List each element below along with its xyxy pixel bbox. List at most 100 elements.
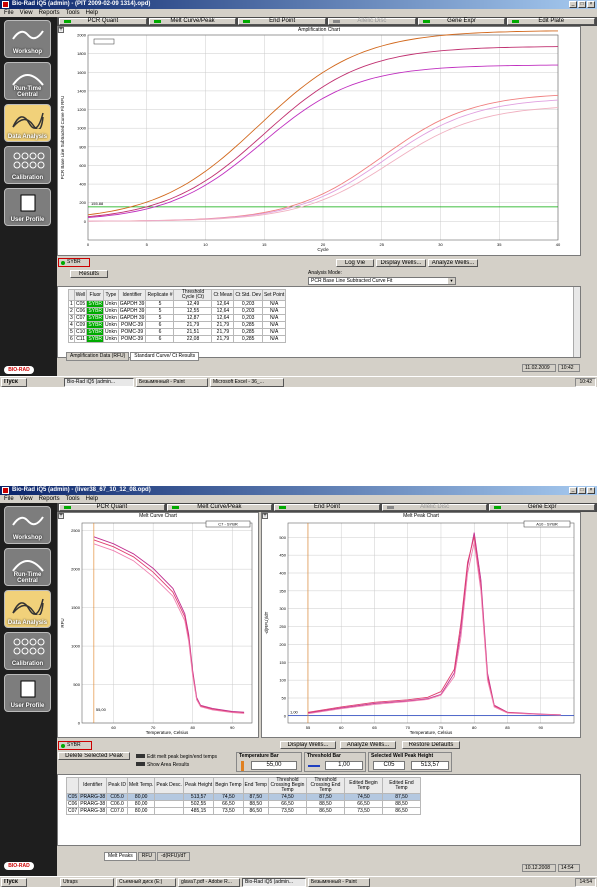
taskbar-item-paint[interactable]: Безымянный - Paint: [136, 378, 208, 387]
chevron-down-icon[interactable]: ▼: [448, 278, 455, 284]
taskbar-item-excel[interactable]: Microsoft Excel - 36_...: [210, 378, 284, 387]
sidebar-item-runtime[interactable]: Run-Time Central: [4, 548, 51, 586]
start-button[interactable]: Пуск: [1, 878, 27, 887]
tab-rfu[interactable]: RFU: [137, 852, 157, 861]
tab-edit-plate[interactable]: Edit Plate: [507, 18, 596, 25]
column-header[interactable]: Edited Begin Temp: [343, 777, 383, 794]
column-header[interactable]: Type: [103, 289, 119, 301]
taskbar-item-folder[interactable]: Utraps: [60, 878, 114, 887]
log-view-button[interactable]: Log Vie: [336, 259, 374, 267]
checkbox-icon[interactable]: [136, 762, 145, 766]
taskbar-item-adobe[interactable]: glava7.pdf - Adobe R...: [178, 878, 240, 887]
sidebar-item-data-analysis[interactable]: Data Analysis: [4, 590, 51, 628]
tab-pcr-quant[interactable]: PCR Quant: [59, 18, 147, 25]
delete-selected-peak-button[interactable]: Delete Selected Peak: [58, 752, 130, 760]
table-row[interactable]: C06 PRARG-38 C06.0 80,00 502,55 66,50 88,50 66,…: [65, 800, 421, 808]
column-header[interactable]: Edited End Temp: [381, 777, 421, 794]
minimize-icon[interactable]: _: [569, 487, 577, 494]
column-header[interactable]: Melt Temp.: [126, 777, 156, 794]
table-row[interactable]: 3 C07 SYBR Unkn GAPDH 39 5 12,87 12,64 0,203 N/A: [68, 314, 287, 322]
table-row[interactable]: 6 C11 SYBR Unkn POMC-39 6 22,08 21,79 0,285 N/A: [68, 335, 287, 343]
tab-end-point[interactable]: End Point: [274, 504, 380, 511]
display-wells-button[interactable]: Display Wells...: [376, 259, 426, 267]
menu-file[interactable]: File: [4, 9, 14, 17]
plus-icon[interactable]: +: [262, 513, 268, 519]
show-area-checkbox[interactable]: Show Area Results: [136, 762, 189, 768]
checkbox-icon[interactable]: [136, 754, 145, 758]
menu-file[interactable]: File: [4, 495, 14, 503]
tab-gene-expr[interactable]: Gene Expr: [489, 504, 595, 511]
tab-melt-curve[interactable]: Melt Curve/Peak: [166, 504, 273, 511]
threshold-bar-value[interactable]: 1,00: [325, 761, 363, 770]
tab-melt-curve[interactable]: Melt Curve/Peak: [148, 18, 237, 25]
temperature-bar-value[interactable]: 55,00: [251, 761, 297, 770]
column-header[interactable]: Peak Desc.: [154, 777, 184, 794]
column-header[interactable]: Ct Mean: [211, 289, 235, 301]
tab-melt-peaks[interactable]: Melt Peaks: [104, 852, 137, 861]
menu-view[interactable]: View: [20, 9, 33, 17]
close-icon[interactable]: ×: [587, 1, 595, 8]
column-header[interactable]: Threshold Crossing End Temp: [305, 777, 345, 794]
taskbar-item-paint[interactable]: Безымянный - Paint: [308, 878, 370, 887]
taskbar-item-bio-rad[interactable]: Bio-Rad iQ5 (admin...: [64, 378, 134, 387]
column-header[interactable]: Well: [73, 289, 88, 301]
menu-help[interactable]: Help: [86, 495, 98, 503]
table-row[interactable]: 4 C09 SYBR Unkn POMC-39 6 21,79 21,79 0,285 N/A: [68, 321, 287, 329]
table-row[interactable]: 1 C05 SYBR Unkn GAPDH 39 5 12,49 12,64 0,203 N/A: [68, 300, 287, 308]
column-header[interactable]: Identifier: [117, 289, 147, 301]
column-header[interactable]: [65, 777, 80, 794]
menu-help[interactable]: Help: [86, 9, 98, 17]
tab-derivative[interactable]: -d(RFU)/dT: [157, 852, 191, 861]
menu-tools[interactable]: Tools: [66, 9, 80, 17]
edit-temps-checkbox[interactable]: Edit melt peak begin/end temps: [136, 754, 217, 760]
column-header[interactable]: Replicate #: [145, 289, 175, 301]
column-header[interactable]: Set Point: [261, 289, 287, 301]
scrollbar[interactable]: [573, 287, 580, 357]
tab-gene-expr[interactable]: Gene Expr: [417, 18, 506, 25]
maximize-icon[interactable]: □: [578, 1, 586, 8]
table-row[interactable]: 5 C10 SYBR Unkn POMC-39 6 21,51 21,79 0,285 N/A: [68, 328, 287, 336]
display-wells-button[interactable]: Display Wells...: [280, 741, 336, 749]
tab-pcr-quant[interactable]: PCR Quant: [59, 504, 165, 511]
table-row[interactable]: C05 PRARG-38 C05.0 80,00 513,57 74,50 87,50 74,…: [65, 793, 421, 801]
column-header[interactable]: Threshold Crossing Begin Temp: [267, 777, 307, 794]
sidebar-item-calibration[interactable]: Calibration: [4, 632, 51, 670]
taskbar-item-bio-rad[interactable]: Bio-Rad iQ5 (admin...: [242, 878, 306, 887]
analysis-mode-select[interactable]: PCR Base Line Subtracted Curve Fit ▼: [308, 277, 456, 285]
menu-tools[interactable]: Tools: [66, 495, 80, 503]
table-row[interactable]: C07 PRARG-38 C07.0 80,00 485,15 73,50 86,50 73,…: [65, 807, 421, 815]
sidebar-item-workshop[interactable]: Workshop: [4, 506, 51, 544]
sidebar-item-runtime[interactable]: Run-Time Central: [4, 62, 51, 100]
column-header[interactable]: Ct Std. Dev: [233, 289, 263, 301]
sidebar-item-calibration[interactable]: Calibration: [4, 146, 51, 184]
start-button[interactable]: Пуск: [1, 378, 27, 387]
fluor-selector[interactable]: SYBR: [58, 258, 90, 267]
column-header[interactable]: Identifier: [78, 777, 108, 794]
tab-standard-curve[interactable]: Standard Curve/ Ct Results: [130, 352, 200, 361]
column-header[interactable]: End Temp: [242, 777, 269, 794]
close-icon[interactable]: ×: [587, 487, 595, 494]
sidebar-item-workshop[interactable]: Workshop: [4, 20, 51, 58]
table-row[interactable]: 2 C06 SYBR Unkn GAPDH 39 5 12,55 12,64 0,203 N/A: [68, 307, 287, 315]
column-header[interactable]: Peak Height: [182, 777, 215, 794]
tab-end-point[interactable]: End Point: [238, 18, 327, 25]
menu-view[interactable]: View: [20, 495, 33, 503]
sidebar-item-user-profile[interactable]: User Profile: [4, 188, 51, 226]
sidebar-item-user-profile[interactable]: User Profile: [4, 674, 51, 712]
maximize-icon[interactable]: □: [578, 487, 586, 494]
plus-icon[interactable]: +: [58, 513, 64, 519]
plus-icon[interactable]: +: [58, 27, 64, 33]
fluor-selector[interactable]: SYBR: [58, 741, 92, 750]
column-header[interactable]: Peak ID: [106, 777, 128, 794]
column-header[interactable]: Threshold Cycle (Ct): [173, 289, 213, 301]
menu-reports[interactable]: Reports: [39, 495, 60, 503]
menu-reports[interactable]: Reports: [39, 9, 60, 17]
minimize-icon[interactable]: _: [569, 1, 577, 8]
column-header[interactable]: Begin Temp: [213, 777, 244, 794]
analyze-wells-button[interactable]: Analyze Wells...: [340, 741, 396, 749]
analyze-wells-button[interactable]: Analyze Wells...: [428, 259, 478, 267]
taskbar-item-drive[interactable]: Съемный диск (E:): [116, 878, 176, 887]
sidebar-item-data-analysis[interactable]: Data Analysis: [4, 104, 51, 142]
results-button[interactable]: Results: [70, 270, 108, 278]
column-header[interactable]: Fluor: [86, 289, 105, 301]
